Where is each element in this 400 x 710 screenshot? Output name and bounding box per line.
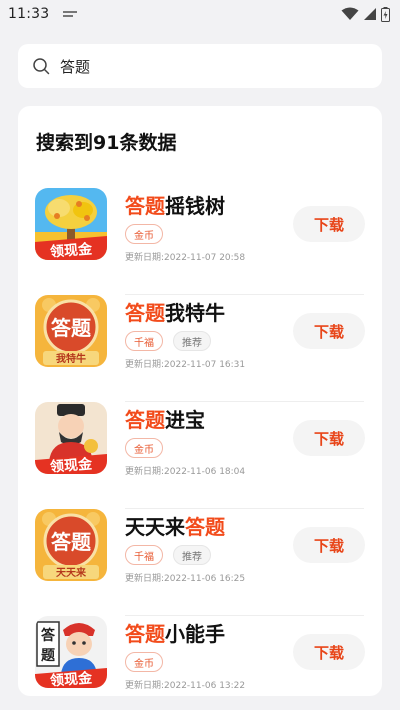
wifi-icon <box>341 7 359 20</box>
status-time: 11:33 <box>8 6 50 22</box>
app-list-item[interactable]: 答 题 领现金 答题小能手 金币 更新日期:2022-11-06 13:22 下… <box>18 616 382 696</box>
download-button[interactable]: 下载 <box>293 313 365 349</box>
status-icons <box>341 6 390 22</box>
icon-char: 题 <box>41 648 56 664</box>
update-date: 更新日期:2022-11-06 16:25 <box>125 574 246 584</box>
update-date: 更新日期:2022-11-07 20:58 <box>125 253 246 263</box>
tag: 推荐 <box>173 545 211 565</box>
tag: 千福 <box>125 545 163 565</box>
notification-icon <box>63 9 79 19</box>
status-bar: 11:33 <box>0 0 400 28</box>
results-card: 搜索到91条数据 领现金 答题摇钱树 金币 更新日期:2022-11-07 20… <box>18 106 382 696</box>
download-button[interactable]: 下载 <box>293 206 365 242</box>
icon-subtitle: 我特牛 <box>56 352 86 365</box>
app-tags: 金币 <box>125 652 163 672</box>
app-name: 答题进宝 <box>125 408 205 432</box>
app-list-item[interactable]: 领现金 答题摇钱树 金币 更新日期:2022-11-07 20:58 下载 <box>18 188 382 295</box>
tag: 推荐 <box>173 331 211 351</box>
icon-title: 答题 <box>51 316 92 340</box>
app-name: 答题我特牛 <box>125 301 225 325</box>
icon-label: 领现金 <box>49 669 93 688</box>
icon-label: 领现金 <box>49 455 93 474</box>
fortune-god-icon[interactable]: 领现金 <box>35 402 107 474</box>
search-input[interactable]: 答题 <box>18 44 382 88</box>
download-button[interactable]: 下载 <box>293 634 365 670</box>
tag: 金币 <box>125 652 163 672</box>
icon-subtitle: 天天来 <box>56 566 87 579</box>
app-list-item[interactable]: 领现金 答题进宝 金币 更新日期:2022-11-06 18:04 下载 <box>18 402 382 509</box>
download-button[interactable]: 下载 <box>293 420 365 456</box>
money-tree-icon[interactable]: 领现金 <box>35 188 107 260</box>
download-button[interactable]: 下载 <box>293 527 365 563</box>
quiz-boy-icon[interactable]: 答 题 领现金 <box>35 616 107 688</box>
quiz-bull-icon[interactable]: 答题 我特牛 <box>35 295 107 367</box>
app-name: 天天来答题 <box>125 515 225 539</box>
update-date: 更新日期:2022-11-06 13:22 <box>125 681 246 691</box>
tag: 金币 <box>125 224 163 244</box>
app-tags: 千福 推荐 <box>125 331 211 351</box>
update-date: 更新日期:2022-11-07 16:31 <box>125 360 246 370</box>
signal-icon <box>364 8 376 20</box>
icon-char: 答 <box>41 627 56 644</box>
search-icon <box>33 58 50 75</box>
result-count: 搜索到91条数据 <box>36 132 177 154</box>
search-query: 答题 <box>60 57 91 76</box>
app-name: 答题摇钱树 <box>125 194 225 218</box>
tag: 千福 <box>125 331 163 351</box>
icon-label: 领现金 <box>49 240 93 260</box>
app-list-item[interactable]: 答题 天天来 天天来答题 千福 推荐 更新日期:2022-11-06 16:25… <box>18 509 382 616</box>
quiz-daily-icon[interactable]: 答题 天天来 <box>35 509 107 581</box>
app-tags: 金币 <box>125 224 163 244</box>
battery-icon <box>381 6 390 22</box>
app-tags: 千福 推荐 <box>125 545 211 565</box>
icon-title: 答题 <box>51 530 92 554</box>
app-tags: 金币 <box>125 438 163 458</box>
app-list-item[interactable]: 答题 我特牛 答题我特牛 千福 推荐 更新日期:2022-11-07 16:31… <box>18 295 382 402</box>
tag: 金币 <box>125 438 163 458</box>
app-name: 答题小能手 <box>125 622 225 646</box>
update-date: 更新日期:2022-11-06 18:04 <box>125 467 246 477</box>
